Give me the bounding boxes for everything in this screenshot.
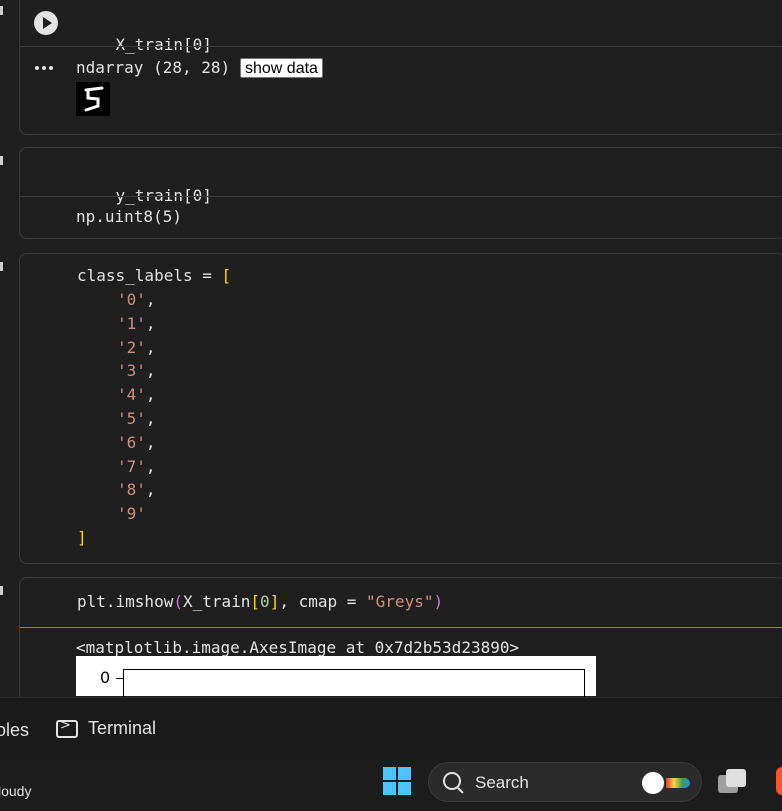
output-type: ndarray (28, 28) — [76, 58, 231, 77]
active-output-separator — [20, 627, 782, 628]
bottom-panel-tabs: oles Terminal — [0, 697, 782, 755]
y-tick — [116, 678, 123, 679]
search-icon — [443, 772, 461, 790]
code-cell-y-train[interactable]: y_train[0] np.uint8(5) — [19, 147, 782, 239]
show-data-button[interactable]: show data — [240, 58, 323, 78]
class-label-item: '4', — [117, 385, 156, 405]
output-separator — [20, 196, 782, 197]
code-cell-x-train[interactable]: X_train[0] ndarray (28, 28) show data — [19, 0, 782, 135]
digit-thumbnail — [76, 82, 110, 116]
windows-start-icon[interactable] — [383, 767, 411, 795]
cell-output: np.uint8(5) — [76, 207, 182, 226]
output-separator — [20, 46, 782, 47]
weather-widget[interactable]: loudy — [0, 783, 31, 799]
imshow-plot: 0 — [76, 656, 596, 709]
class-label-item: '0', — [117, 290, 156, 309]
gutter-mark — [0, 262, 3, 271]
brave-browser-icon[interactable] — [776, 767, 782, 795]
class-label-item: '8', — [117, 480, 156, 500]
class-label-item: '6', — [117, 432, 156, 452]
taskbar: loudy Search — [0, 753, 782, 811]
task-view-icon[interactable] — [718, 769, 748, 795]
soccer-ball-icon — [641, 771, 690, 795]
cell-code-line[interactable]: class_labels = [ — [77, 264, 231, 288]
class-label-item: '9' — [117, 504, 146, 524]
class-label-item: '7', — [117, 456, 156, 476]
gutter-mark — [0, 586, 3, 595]
class-label-item: '3', — [117, 361, 156, 381]
output-menu-icon[interactable] — [35, 61, 57, 75]
class-label-item: '5', — [117, 409, 156, 428]
y-tick-label: 0 — [100, 668, 111, 687]
close-bracket: ] — [77, 528, 87, 547]
taskbar-search[interactable]: Search — [428, 762, 702, 802]
tab-terminal-label: Terminal — [88, 718, 157, 738]
tab-variables[interactable]: oles — [0, 720, 29, 741]
gutter-mark — [0, 156, 3, 165]
cell-code[interactable]: plt.imshow(X_train[0], cmap = "Greys") — [77, 590, 443, 614]
class-label-item: '2', — [117, 337, 156, 357]
code-cell-class-labels[interactable]: class_labels = [ '0', '1', '2', '3', '4', '5'… — [19, 253, 782, 564]
class-label-item: '1', — [117, 313, 156, 333]
terminal-icon — [56, 718, 78, 738]
tab-terminal[interactable]: Terminal — [56, 718, 156, 739]
search-label: Search — [475, 773, 529, 792]
gutter-mark — [0, 6, 3, 15]
run-cell-button[interactable] — [34, 11, 58, 35]
